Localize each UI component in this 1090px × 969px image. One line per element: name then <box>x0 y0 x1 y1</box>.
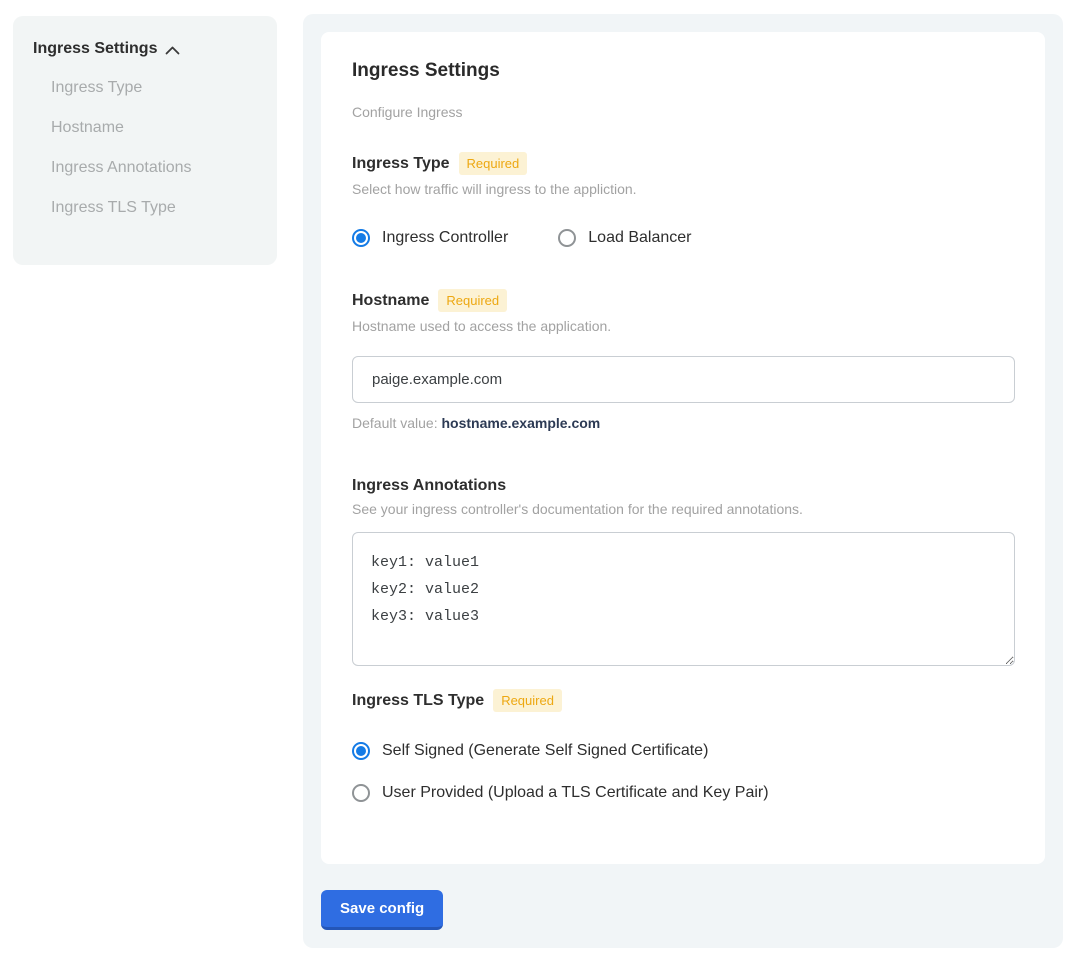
required-badge: Required <box>459 152 528 175</box>
radio-self-signed[interactable]: Self Signed (Generate Self Signed Certif… <box>352 742 1014 760</box>
hostname-label: Hostname <box>352 292 429 310</box>
sidebar-list: Ingress Type Hostname Ingress Annotation… <box>33 68 257 228</box>
sidebar-section-title: Ingress Settings <box>33 40 157 58</box>
ingress-type-description: Select how traffic will ingress to the a… <box>352 181 1014 197</box>
field-ingress-type: Ingress Type Required Select how traffic… <box>352 152 1014 247</box>
page-title: Ingress Settings <box>352 60 1014 82</box>
radio-button-icon[interactable] <box>352 742 370 760</box>
ingress-annotations-textarea[interactable]: key1: value1 key2: value2 key3: value3 <box>352 532 1015 666</box>
page: Ingress Settings Ingress Type Hostname I… <box>0 0 1090 969</box>
radio-button-icon[interactable] <box>558 229 576 247</box>
settings-sidebar: Ingress Settings Ingress Type Hostname I… <box>13 16 277 265</box>
radio-button-icon[interactable] <box>352 784 370 802</box>
settings-panel: Ingress Settings Configure Ingress Ingre… <box>303 14 1063 948</box>
ingress-type-options: Ingress Controller Load Balancer <box>352 229 1014 247</box>
field-hostname: Hostname Required Hostname used to acces… <box>352 289 1014 431</box>
field-ingress-annotations: Ingress Annotations See your ingress con… <box>352 477 1014 666</box>
radio-load-balancer[interactable]: Load Balancer <box>558 229 691 247</box>
sidebar-item-hostname[interactable]: Hostname <box>33 108 257 148</box>
sidebar-item-ingress-type[interactable]: Ingress Type <box>33 68 257 108</box>
required-badge: Required <box>493 689 562 712</box>
chevron-up-icon[interactable] <box>165 46 180 55</box>
ingress-annotations-description: See your ingress controller's documentat… <box>352 501 1014 517</box>
sidebar-section-ingress-settings[interactable]: Ingress Settings <box>33 40 257 58</box>
sidebar-item-ingress-tls-type[interactable]: Ingress TLS Type <box>33 188 257 228</box>
radio-label: Load Balancer <box>588 229 691 247</box>
radio-label: Ingress Controller <box>382 229 508 247</box>
default-value-text: hostname.example.com <box>442 415 601 431</box>
hostname-default-value: Default value: hostname.example.com <box>352 415 1014 431</box>
field-ingress-tls-type: Ingress TLS Type Required Self Signed (G… <box>352 689 1014 802</box>
radio-ingress-controller[interactable]: Ingress Controller <box>352 229 508 247</box>
hostname-description: Hostname used to access the application. <box>352 318 1014 334</box>
ingress-settings-card: Ingress Settings Configure Ingress Ingre… <box>321 32 1045 864</box>
radio-label: Self Signed (Generate Self Signed Certif… <box>382 742 708 760</box>
ingress-type-label: Ingress Type <box>352 155 450 173</box>
hostname-input[interactable] <box>352 356 1015 403</box>
ingress-tls-options: Self Signed (Generate Self Signed Certif… <box>352 742 1014 802</box>
save-config-button[interactable]: Save config <box>321 890 443 930</box>
ingress-annotations-label: Ingress Annotations <box>352 477 506 495</box>
required-badge: Required <box>438 289 507 312</box>
page-subtitle: Configure Ingress <box>352 104 1014 120</box>
default-value-prefix: Default value: <box>352 415 438 431</box>
sidebar-item-ingress-annotations[interactable]: Ingress Annotations <box>33 148 257 188</box>
radio-button-icon[interactable] <box>352 229 370 247</box>
radio-user-provided[interactable]: User Provided (Upload a TLS Certificate … <box>352 784 1014 802</box>
radio-label: User Provided (Upload a TLS Certificate … <box>382 784 769 802</box>
ingress-tls-type-label: Ingress TLS Type <box>352 692 484 710</box>
